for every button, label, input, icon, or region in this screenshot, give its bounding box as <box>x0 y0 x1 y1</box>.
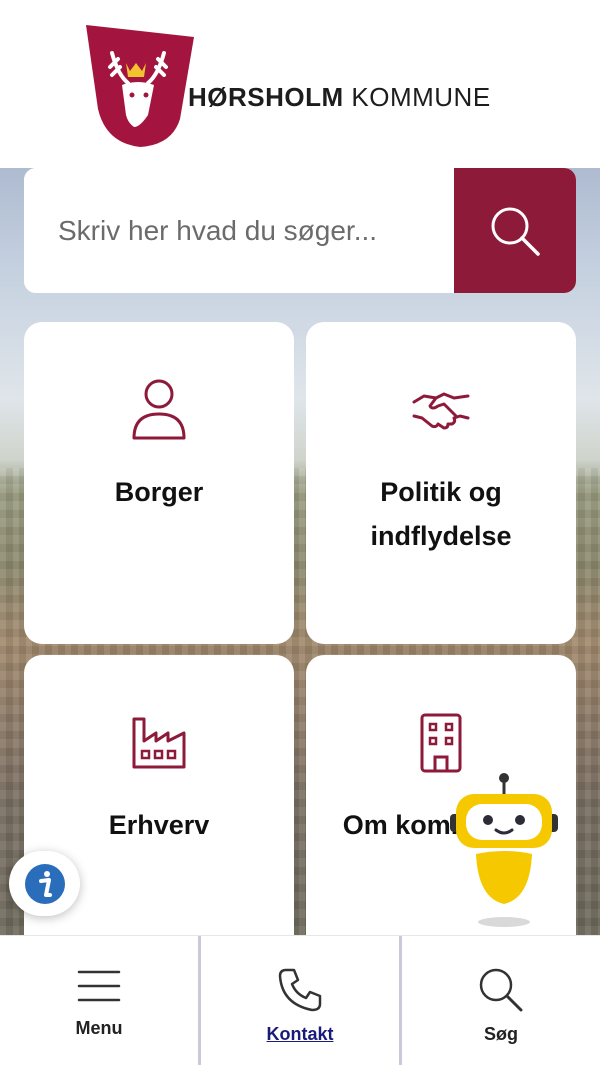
nav-label-menu: Menu <box>75 1018 123 1038</box>
search-input[interactable] <box>24 168 454 293</box>
card-label-borger: Borger <box>114 477 204 507</box>
hamburger-menu-icon <box>77 970 121 1002</box>
info-icon <box>24 863 65 904</box>
card-label-erhverv: Erhverv <box>108 810 210 840</box>
site-logo[interactable]: HØRSHOLM KOMMUNE <box>84 22 524 150</box>
logo-wordmark: HØRSHOLM KOMMUNE <box>188 82 491 113</box>
info-button[interactable] <box>9 851 80 916</box>
search-bar <box>24 168 576 293</box>
nav-item-menu[interactable]: Menu <box>0 936 198 1065</box>
chatbot-robot-icon <box>450 773 558 927</box>
building-icon <box>420 713 462 773</box>
person-icon <box>132 379 186 440</box>
chatbot-launcher[interactable] <box>446 770 562 930</box>
card-politik-og-indflydelse[interactable]: Politik og indflydelse <box>306 322 576 644</box>
search-button[interactable] <box>454 168 576 293</box>
card-borger[interactable]: Borger <box>24 322 294 644</box>
nav-item-kontakt[interactable]: Kontakt <box>198 936 399 1065</box>
nav-label-soeg: Søg <box>484 1024 518 1044</box>
nav-item-soeg[interactable]: Søg <box>399 936 600 1065</box>
shield-deer-icon <box>86 25 194 147</box>
search-icon <box>491 207 540 256</box>
factory-icon <box>132 717 186 769</box>
handshake-icon <box>412 392 470 430</box>
card-label-politik: Politik og indflydelse <box>370 477 512 551</box>
phone-icon <box>278 968 322 1012</box>
site-header: HØRSHOLM KOMMUNE <box>0 0 600 168</box>
logo-text-regular: KOMMUNE <box>343 81 491 112</box>
logo-text-bold: HØRSHOLM <box>188 81 344 112</box>
bottom-navigation: Menu Kontakt Søg <box>0 935 600 1065</box>
nav-label-kontakt[interactable]: Kontakt <box>267 1024 334 1045</box>
search-icon <box>479 968 523 1012</box>
